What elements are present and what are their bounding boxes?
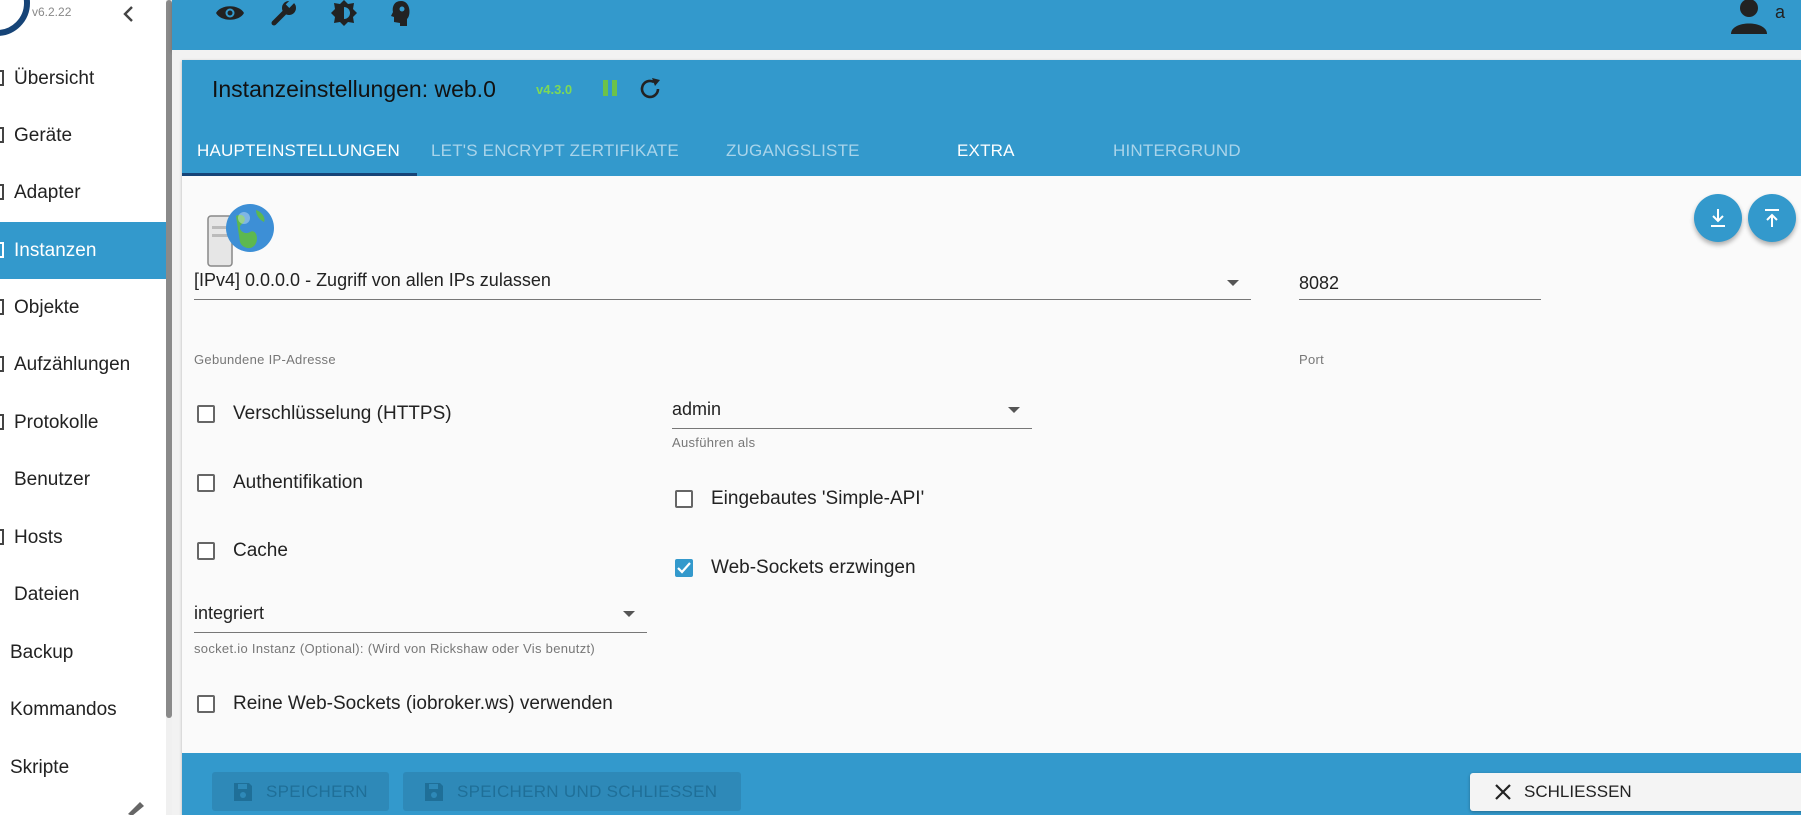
https-checkbox[interactable] [197,405,215,423]
theme-button[interactable] [327,0,361,26]
download-icon [1711,209,1725,227]
save-and-close-button[interactable]: SPEICHERN UND SCHLIESSEN [403,772,741,811]
cache-label: Cache [233,540,288,561]
close-icon [1495,784,1511,800]
check-icon [677,562,691,574]
sidebar-item-skripte[interactable]: Skripte [0,739,166,796]
sidebar-item-backup[interactable]: Backup [0,624,166,681]
refresh-icon[interactable] [638,77,662,101]
web-adapter-icon [207,204,274,267]
expert-icon [391,1,410,26]
pause-icon[interactable] [602,79,618,97]
active-tab-indicator [182,173,417,176]
eye-icon [216,6,244,20]
sidebar-item-kommandos[interactable]: Kommandos [0,681,166,738]
run-as-helper: Ausführen als [672,435,756,450]
caret-down-icon [1008,407,1020,413]
save-icon [425,782,443,801]
upload-icon [1765,209,1779,227]
bind-ip-select[interactable]: [IPv4] 0.0.0.0 - Zugriff von allen IPs z… [194,268,1251,300]
save-icon [234,782,252,801]
user-menu[interactable]: a [1729,0,1785,34]
sidebar-item-benutzer[interactable]: Benutzer [0,451,166,508]
cache-checkbox-row[interactable]: Cache [197,540,288,562]
download-config-button[interactable] [1694,194,1742,242]
iobroker-logo[interactable] [0,0,30,36]
chevron-left-icon [123,6,133,22]
pure-websockets-checkbox-row[interactable]: Reine Web-Sockets (iobroker.ws) verwende… [197,693,613,715]
wrench-button[interactable] [267,0,301,26]
user-name: a [1774,2,1785,22]
expert-mode-button[interactable] [384,0,418,26]
sidebar-item-protokolle[interactable]: Protokolle [0,394,166,451]
tab-extra[interactable]: EXTRA [957,126,1015,176]
cache-checkbox[interactable] [197,542,215,560]
simple-api-label: Eingebautes 'Simple-API' [711,488,925,509]
dialog-title: Instanzeinstellungen: web.0 [212,76,496,102]
https-label: Verschlüsselung (HTTPS) [233,403,452,424]
app-bar: a [172,0,1801,50]
auth-label: Authentifikation [233,472,363,493]
port-helper: Port [1299,352,1325,367]
socketio-helper: socket.io Instanz (Optional): (Wird von … [194,641,596,656]
auth-checkbox-row[interactable]: Authentifikation [197,472,363,494]
close-label: SCHLIESSEN [1524,782,1632,801]
tab-zugangsliste[interactable]: ZUGANGSLISTE [726,126,860,176]
sidebar-item-dateien[interactable]: Dateien [0,566,166,623]
bind-ip-value: [IPv4] 0.0.0.0 - Zugriff von allen IPs z… [194,270,551,290]
save-and-close-label: SPEICHERN UND SCHLIESSEN [457,781,718,801]
adapter-version: v4.3.0 [536,82,573,97]
brightness-icon [331,0,357,26]
sidebar-item-adapter[interactable]: Adapter [0,164,166,221]
run-as-value: admin [672,399,722,419]
collapse-sidebar-button[interactable] [116,2,140,26]
save-button[interactable]: SPEICHERN [212,772,389,811]
pure-websockets-checkbox[interactable] [197,695,215,713]
caret-down-icon [1227,280,1239,286]
wrench-icon [271,0,296,26]
simple-api-checkbox[interactable] [675,490,693,508]
port-field[interactable] [1299,268,1541,300]
port-input[interactable] [1299,268,1541,299]
auth-checkbox[interactable] [197,474,215,492]
bind-ip-helper: Gebundene IP-Adresse [194,352,336,367]
eye-button[interactable] [213,0,247,26]
tab-haupteinstellungen[interactable]: HAUPTEINSTELLUNGEN [197,126,400,176]
user-icon [1730,0,1767,34]
https-checkbox-row[interactable]: Verschlüsselung (HTTPS) [197,403,452,425]
save-label: SPEICHERN [266,781,368,801]
caret-down-icon [623,611,635,617]
admin-version: v6.2.22 [32,5,72,19]
close-button[interactable]: SCHLIESSEN [1470,773,1801,811]
sidebar-item-geraete[interactable]: Geräte [0,107,166,164]
sidebar-item-uebersicht[interactable]: Übersicht [0,50,166,107]
edit-menu-icon[interactable] [126,798,148,815]
tab-lets-encrypt[interactable]: LET'S ENCRYPT ZERTIFIKATE [431,126,679,176]
force-websockets-checkbox-row[interactable]: Web-Sockets erzwingen [675,557,916,579]
pure-websockets-label: Reine Web-Sockets (iobroker.ws) verwende… [233,693,613,714]
socketio-value: integriert [194,603,265,623]
sidebar-item-objekte[interactable]: Objekte [0,279,166,336]
upload-config-button[interactable] [1748,194,1796,242]
settings-tabs: HAUPTEINSTELLUNGEN LET'S ENCRYPT ZERTIFI… [182,126,1801,176]
run-as-select[interactable]: admin [672,393,1032,429]
instance-settings-dialog: Instanzeinstellungen: web.0 v4.3.0 HAUPT… [182,60,1801,815]
tab-hintergrund[interactable]: HINTERGRUND [1113,126,1241,176]
dialog-header: Instanzeinstellungen: web.0 v4.3.0 HAUPT… [182,60,1801,176]
socketio-select[interactable]: integriert [194,597,647,633]
force-websockets-checkbox[interactable] [675,559,693,577]
sidebar: v6.2.22 Übersicht Geräte Adapter Instanz… [0,0,166,815]
sidebar-item-instanzen[interactable]: Instanzen [0,222,166,279]
simple-api-checkbox-row[interactable]: Eingebautes 'Simple-API' [675,488,924,510]
sidebar-item-hosts[interactable]: Hosts [0,509,166,566]
sidebar-item-aufzaehlungen[interactable]: Aufzählungen [0,336,166,393]
force-websockets-label: Web-Sockets erzwingen [711,557,916,578]
